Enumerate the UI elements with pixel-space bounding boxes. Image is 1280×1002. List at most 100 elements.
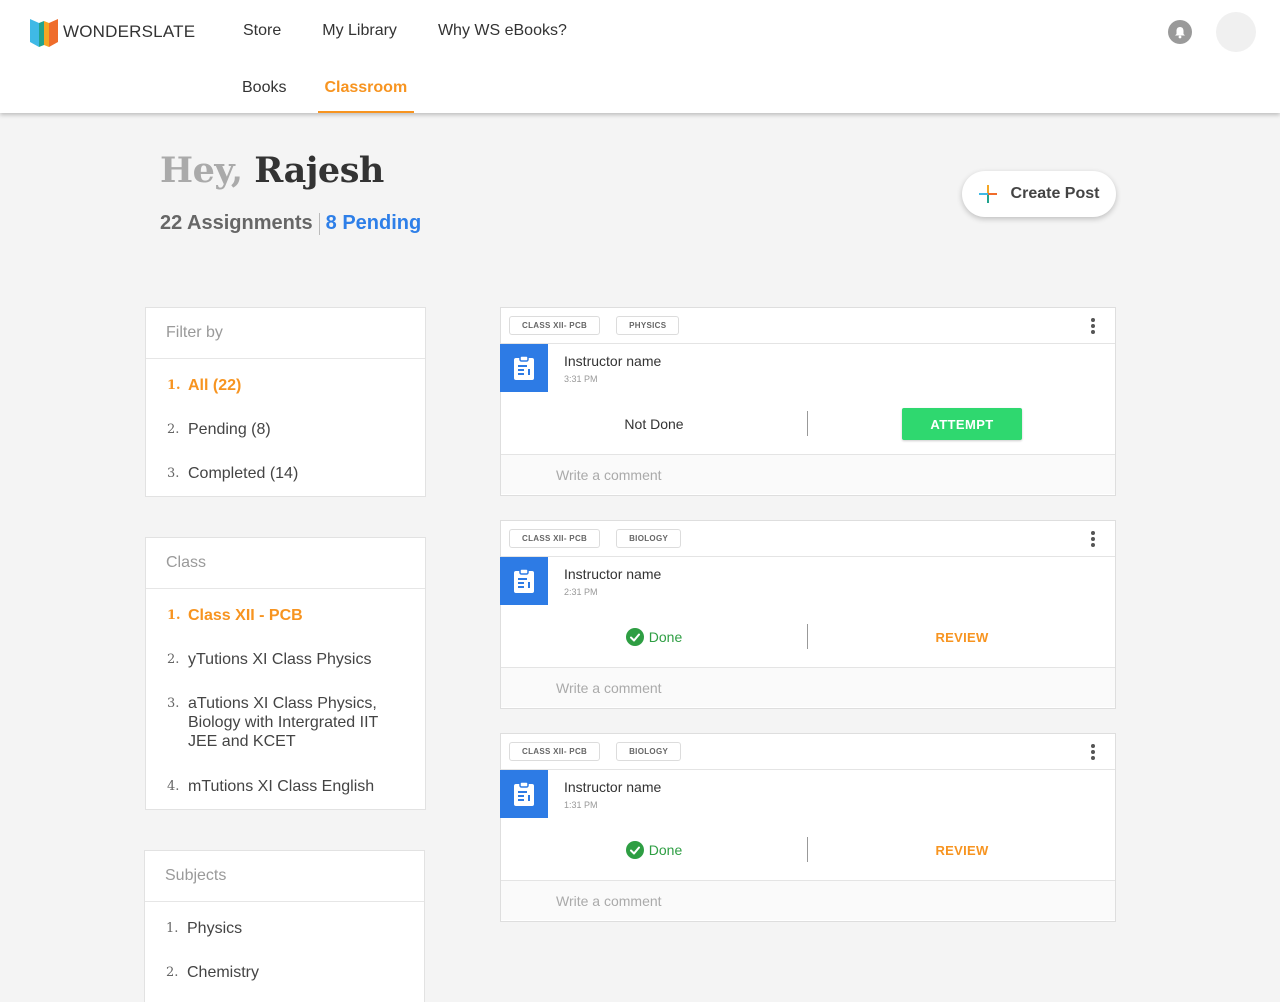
greeting-hey: Hey, (160, 150, 243, 191)
subject-tag: BIOLOGY (616, 742, 682, 761)
card-info: Instructor name 3:31 PM (500, 344, 1115, 393)
status-row: Done REVIEW (501, 819, 1115, 881)
sub-nav: Books Classroom (242, 79, 445, 113)
review-button[interactable]: REVIEW (902, 621, 1022, 653)
list-number: 3. (167, 466, 180, 481)
comment-input[interactable]: Write a comment (501, 455, 1115, 494)
filter-label: Pending (8) (188, 421, 271, 438)
tab-classroom[interactable]: Classroom (318, 79, 414, 113)
check-circle-icon (625, 841, 644, 859)
class-item-ytutions[interactable]: 2. yTutions XI Class Physics (146, 650, 425, 694)
card-tags: CLASS XII- PCB PHYSICS (501, 308, 1115, 344)
assignments-count: 22 Assignments (160, 212, 313, 234)
comment-input[interactable]: Write a comment (501, 881, 1115, 920)
logo[interactable]: WONDERSLATE (30, 16, 195, 47)
avatar[interactable] (1216, 12, 1256, 52)
status-done: Done (501, 819, 807, 881)
create-post-button[interactable]: Create Post (962, 171, 1116, 217)
instructor-name: Instructor name (564, 353, 662, 369)
post-time: 3:31 PM (564, 374, 598, 384)
assignment-clipboard-icon (500, 770, 548, 818)
class-label: mTutions XI Class English (188, 778, 375, 795)
subject-tag: BIOLOGY (616, 529, 682, 548)
check-circle-icon (625, 628, 644, 646)
status-divider (807, 837, 808, 862)
filter-label: Completed (14) (188, 465, 299, 482)
card-info: Instructor name 1:31 PM (500, 770, 1115, 819)
list-number: 2. (167, 422, 180, 437)
class-item-atutions[interactable]: 3. aTutions XI Class Physics, Biology wi… (146, 694, 425, 777)
subject-label: Physics (187, 920, 243, 937)
subject-tag: PHYSICS (616, 316, 680, 335)
tab-books[interactable]: Books (242, 79, 286, 113)
subject-item-physics[interactable]: 1. Physics (145, 919, 424, 963)
app-header: WONDERSLATE Store My Library Why WS eBoo… (0, 0, 1280, 113)
instructor-name: Instructor name (564, 779, 662, 795)
attempt-button[interactable]: ATTEMPT (902, 408, 1022, 440)
status-row: Not Done ATTEMPT (501, 393, 1115, 455)
list-number: 2. (167, 652, 180, 667)
greeting: Hey, Rajesh (160, 150, 384, 191)
status-label: Not Done (624, 416, 684, 432)
top-nav: Store My Library Why WS eBooks? (243, 22, 608, 40)
card-tags: CLASS XII- PCB BIOLOGY (501, 521, 1115, 557)
class-item-mtutions[interactable]: 4. mTutions XI Class English (146, 777, 425, 807)
counts-divider (318, 212, 320, 235)
notification-bell-icon[interactable] (1168, 20, 1192, 44)
class-label: yTutions XI Class Physics (188, 651, 372, 668)
subjects-title: Subjects (145, 851, 424, 902)
status-label: Done (648, 629, 683, 645)
wonderslate-logo-icon (30, 19, 58, 47)
subject-item-chemistry[interactable]: 2. Chemistry (145, 963, 424, 1002)
assignment-counts: 22 Assignments 8 Pending (160, 212, 421, 235)
subjects-panel: Subjects 1. Physics 2. Chemistry (144, 850, 425, 1002)
filter-item-all[interactable]: 1. All (22) (146, 376, 425, 420)
class-title: Class (146, 538, 425, 589)
status-not-done: Not Done (501, 393, 807, 455)
more-options-icon[interactable] (1091, 744, 1095, 760)
list-number: 2. (166, 965, 179, 980)
comment-input[interactable]: Write a comment (501, 668, 1115, 707)
pending-count[interactable]: 8 Pending (326, 212, 422, 234)
list-number: 1. (166, 921, 179, 936)
nav-my-library[interactable]: My Library (322, 22, 397, 40)
status-label: Done (648, 842, 683, 858)
more-options-icon[interactable] (1091, 318, 1095, 334)
nav-why-ws-ebooks[interactable]: Why WS eBooks? (438, 22, 567, 40)
list-number: 3. (167, 696, 180, 711)
card-info: Instructor name 2:31 PM (500, 557, 1115, 606)
class-tag: CLASS XII- PCB (509, 529, 601, 548)
class-tag: CLASS XII- PCB (509, 316, 601, 335)
list-number: 4. (167, 779, 180, 794)
class-item-xii-pcb[interactable]: 1. Class XII - PCB (146, 606, 425, 650)
more-options-icon[interactable] (1091, 531, 1095, 547)
assignment-card: CLASS XII- PCB PHYSICS Instructor name 3… (500, 307, 1116, 496)
assignment-clipboard-icon (500, 557, 548, 605)
status-row: Done REVIEW (501, 606, 1115, 668)
class-label: Class XII - PCB (188, 607, 303, 624)
class-panel: Class 1. Class XII - PCB 2. yTutions XI … (145, 537, 426, 810)
instructor-name: Instructor name (564, 566, 662, 582)
brand-name: WONDERSLATE (63, 21, 196, 41)
status-done: Done (501, 606, 807, 668)
assignment-card: CLASS XII- PCB BIOLOGY Instructor name 2… (500, 520, 1116, 709)
card-tags: CLASS XII- PCB BIOLOGY (501, 734, 1115, 770)
nav-store[interactable]: Store (243, 22, 281, 40)
filter-label: All (22) (188, 377, 242, 394)
class-label: aTutions XI Class Physics, Biology with … (188, 695, 379, 750)
post-time: 1:31 PM (564, 800, 598, 810)
filter-item-completed[interactable]: 3. Completed (14) (146, 464, 425, 508)
status-divider (807, 411, 808, 436)
subject-label: Chemistry (187, 964, 260, 981)
list-number: 1. (167, 378, 181, 393)
list-number: 1. (167, 608, 181, 623)
review-button[interactable]: REVIEW (902, 834, 1022, 866)
filter-panel: Filter by 1. All (22) 2. Pending (8) 3. … (145, 307, 426, 497)
user-name: Rajesh (254, 150, 384, 191)
assignment-clipboard-icon (500, 344, 548, 392)
filter-item-pending[interactable]: 2. Pending (8) (146, 420, 425, 464)
post-time: 2:31 PM (564, 587, 598, 597)
class-tag: CLASS XII- PCB (509, 742, 601, 761)
status-divider (807, 624, 808, 649)
filter-title: Filter by (146, 308, 425, 359)
